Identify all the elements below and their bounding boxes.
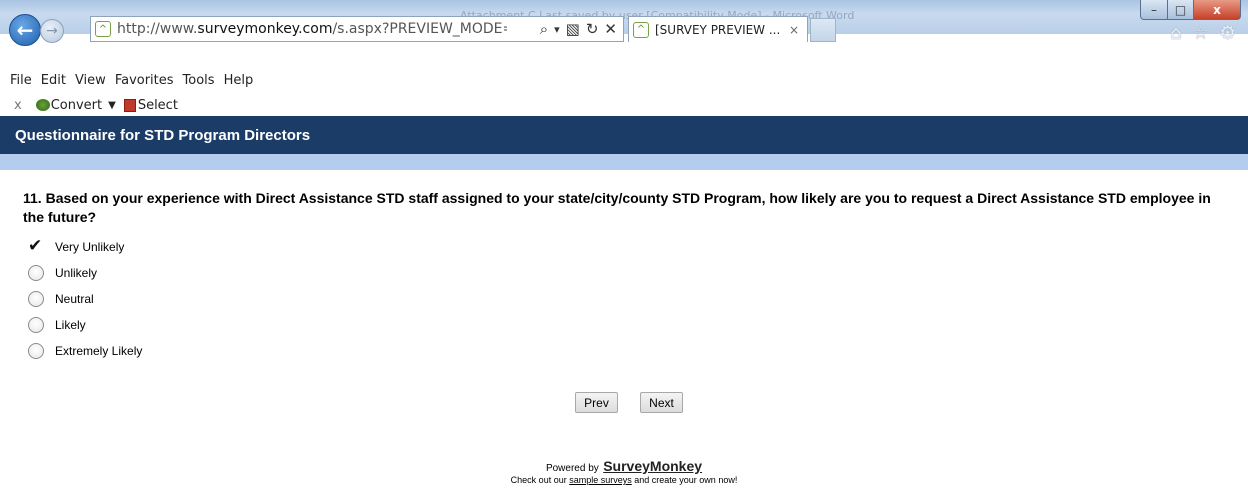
menu-bar: File Edit View Favorites Tools Help — [0, 69, 1248, 91]
home-icon[interactable]: ⌂ — [1170, 22, 1182, 44]
promo-prefix: Check out our — [510, 475, 567, 485]
convert-dropdown-icon[interactable]: ▼ — [108, 100, 116, 111]
forward-button[interactable]: → — [40, 19, 64, 43]
survey-header: Questionnaire for STD Program Directors — [0, 116, 1248, 154]
checkmark-icon[interactable] — [28, 236, 44, 256]
url-path: /s.aspx?PREVIEW_MODE=DO_NO — [332, 21, 507, 37]
page-title: Questionnaire for STD Program Directors — [15, 126, 311, 144]
menu-item-favorites[interactable]: Favorites — [115, 73, 174, 88]
url-text[interactable]: http://www.surveymonkey.com/s.aspx?PREVI… — [117, 21, 507, 37]
command-bar: x Convert ▼ Select — [0, 94, 1248, 116]
chevron-down-icon[interactable]: ▾ — [554, 23, 560, 36]
favorites-star-icon[interactable]: ☆ — [1192, 22, 1209, 44]
radio-button[interactable] — [28, 317, 44, 333]
footer: Powered by SurveyMonkey Check out our sa… — [0, 458, 1248, 485]
url-domain: surveymonkey.com — [197, 21, 333, 37]
option-likely[interactable]: Likely — [28, 312, 142, 338]
menu-item-edit[interactable]: Edit — [41, 73, 66, 88]
option-label: Unlikely — [55, 266, 98, 280]
gear-icon[interactable]: ⚙ — [1219, 22, 1236, 44]
answer-options: Very Unlikely Unlikely Neutral Likely Ex… — [28, 234, 142, 364]
next-button[interactable]: Next — [640, 392, 683, 413]
site-favicon-icon: ^ — [95, 21, 111, 37]
address-bar[interactable]: ^ http://www.surveymonkey.com/s.aspx?PRE… — [90, 16, 624, 42]
option-very-unlikely[interactable]: Very Unlikely — [28, 234, 142, 260]
menu-item-tools[interactable]: Tools — [183, 73, 215, 88]
powered-by-text: Powered by — [545, 463, 599, 474]
menu-item-help[interactable]: Help — [224, 73, 254, 88]
surveymonkey-link[interactable]: SurveyMonkey — [603, 458, 702, 474]
new-tab-button[interactable] — [810, 18, 836, 42]
radio-button[interactable] — [28, 343, 44, 359]
option-label: Likely — [55, 318, 86, 332]
menu-item-file[interactable]: File — [10, 73, 32, 88]
sample-surveys-link[interactable]: sample surveys — [569, 475, 632, 485]
select-icon — [123, 98, 136, 112]
tab-close-icon[interactable]: × — [789, 23, 799, 37]
url-prefix: http://www. — [117, 21, 198, 37]
menu-item-view[interactable]: View — [75, 73, 106, 88]
stop-icon[interactable]: ✕ — [604, 20, 617, 38]
option-unlikely[interactable]: Unlikely — [28, 260, 142, 286]
compatibility-view-icon[interactable]: ▧ — [566, 20, 580, 38]
browser-toolbar-icons: ⌂ ☆ ⚙ — [1170, 22, 1236, 44]
convert-button[interactable]: Convert — [51, 98, 102, 113]
option-neutral[interactable]: Neutral — [28, 286, 142, 312]
radio-button[interactable] — [28, 291, 44, 307]
convert-icon — [35, 99, 50, 111]
question-text: 11. Based on your experience with Direct… — [23, 190, 1211, 225]
option-label: Extremely Likely — [55, 344, 143, 358]
address-bar-icons: ⌕ ▾ ▧ ↻ ✕ — [540, 20, 617, 38]
tab-favicon-icon: ^ — [633, 21, 649, 38]
tab-title: [SURVEY PREVIEW ... — [655, 22, 781, 37]
back-button[interactable]: ← — [9, 14, 41, 46]
close-toolbar-icon[interactable]: x — [14, 98, 22, 113]
option-label: Neutral — [55, 292, 94, 306]
search-icon[interactable]: ⌕ — [540, 20, 548, 38]
select-button[interactable]: Select — [138, 98, 178, 113]
promo-suffix: and create your own now! — [634, 475, 738, 485]
header-divider — [0, 154, 1248, 170]
tab-survey-preview[interactable]: ^ [SURVEY PREVIEW ... × — [628, 16, 808, 42]
option-extremely-likely[interactable]: Extremely Likely — [28, 338, 142, 364]
radio-button[interactable] — [28, 265, 44, 281]
refresh-icon[interactable]: ↻ — [586, 20, 599, 38]
option-label: Very Unlikely — [55, 240, 125, 254]
navigation-bar: ← → ^ http://www.surveymonkey.com/s.aspx… — [0, 10, 1248, 46]
prev-button[interactable]: Prev — [575, 392, 618, 413]
footer-promo: Check out our sample surveys and create … — [0, 475, 1248, 485]
